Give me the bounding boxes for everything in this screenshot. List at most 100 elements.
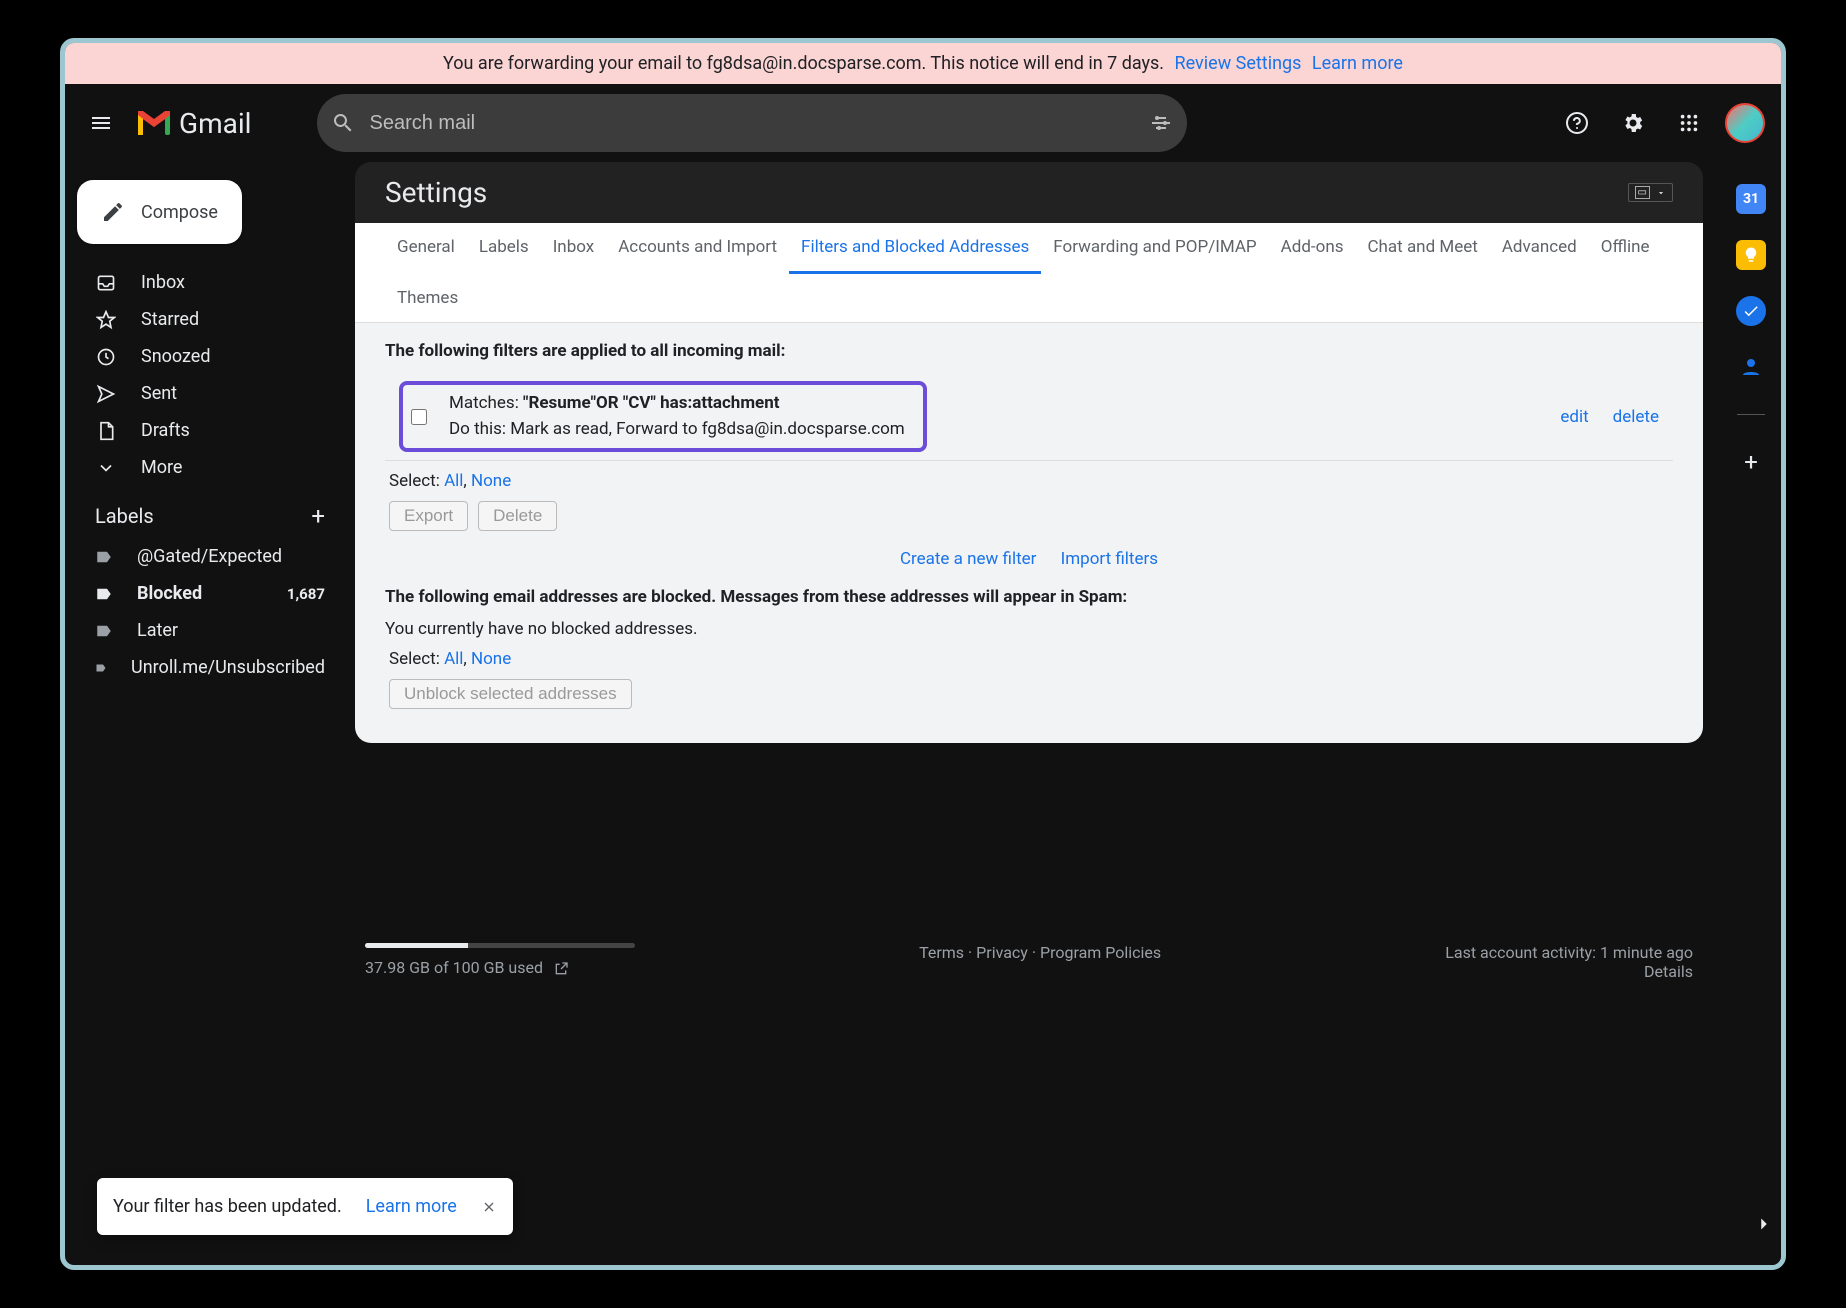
- details-link[interactable]: Details: [1644, 962, 1693, 981]
- contacts-icon: [1739, 355, 1763, 379]
- matches-label: Matches:: [449, 393, 523, 413]
- side-panel: 31 +: [1721, 162, 1781, 1265]
- gmail-logo[interactable]: Gmail: [137, 107, 251, 140]
- footer: 37.98 GB of 100 GB used Terms · Privacy …: [355, 943, 1703, 981]
- dothis-text: Do this: Mark as read, Forward to fg8dsa…: [449, 419, 905, 439]
- label-count: 1,687: [287, 585, 325, 603]
- support-button[interactable]: [1557, 103, 1597, 143]
- create-filter-link[interactable]: Create a new filter: [900, 549, 1036, 569]
- label-item-later[interactable]: Later: [65, 612, 345, 649]
- gear-icon: [1621, 111, 1645, 135]
- side-panel-toggle[interactable]: [1753, 1213, 1775, 1235]
- open-link-icon[interactable]: [553, 961, 569, 977]
- keep-icon: [1742, 246, 1760, 264]
- search-icon: [331, 111, 355, 135]
- sidebar-item-inbox[interactable]: Inbox: [65, 264, 345, 301]
- toast-close-button[interactable]: [481, 1199, 497, 1215]
- nav-label: Starred: [141, 309, 199, 330]
- calendar-app-button[interactable]: 31: [1736, 184, 1766, 214]
- label-name: Later: [137, 620, 178, 641]
- tasks-app-button[interactable]: [1736, 296, 1766, 326]
- compose-button[interactable]: Compose: [77, 180, 242, 244]
- select-none-blocked[interactable]: None: [471, 649, 511, 669]
- chevron-down-icon: [1656, 188, 1666, 198]
- labels-title: Labels: [95, 504, 154, 528]
- tab-general[interactable]: General: [385, 223, 467, 274]
- settings-button[interactable]: [1613, 103, 1653, 143]
- get-addons-button[interactable]: +: [1736, 447, 1766, 477]
- banner-learn-link[interactable]: Learn more: [1312, 53, 1403, 74]
- tab-addons[interactable]: Add-ons: [1269, 223, 1356, 274]
- footer-right: Last account activity: 1 minute ago Deta…: [1445, 943, 1693, 981]
- nav-label: Drafts: [141, 420, 190, 441]
- select-none-link[interactable]: None: [471, 471, 511, 491]
- label-item-blocked[interactable]: Blocked 1,687: [65, 575, 345, 612]
- label-item-unrollme[interactable]: Unroll.me/Unsubscribed: [65, 649, 345, 686]
- main-menu-button[interactable]: [81, 103, 121, 143]
- filter-edit-link[interactable]: edit: [1560, 407, 1588, 427]
- tab-forwarding[interactable]: Forwarding and POP/IMAP: [1041, 223, 1268, 274]
- settings-tabs: General Labels Inbox Accounts and Import…: [355, 223, 1703, 323]
- send-icon: [96, 384, 116, 404]
- terms-link[interactable]: Terms: [919, 943, 964, 962]
- select-all-link[interactable]: All: [444, 471, 463, 491]
- nav-label: Sent: [141, 383, 177, 404]
- sidebar-item-drafts[interactable]: Drafts: [65, 412, 345, 449]
- banner-text: You are forwarding your email to fg8dsa@…: [443, 53, 1164, 74]
- gmail-text: Gmail: [179, 107, 251, 140]
- settings-body: The following filters are applied to all…: [355, 323, 1703, 743]
- toast-learn-more[interactable]: Learn more: [366, 1196, 457, 1217]
- add-label-button[interactable]: +: [311, 502, 325, 530]
- label-icon: [95, 659, 107, 677]
- no-blocked-text: You currently have no blocked addresses.: [385, 619, 1673, 639]
- sidebar-item-more[interactable]: More: [65, 449, 345, 486]
- tab-themes[interactable]: Themes: [385, 274, 470, 322]
- storage-bar: [365, 943, 635, 948]
- star-icon: [96, 310, 116, 330]
- tab-chat[interactable]: Chat and Meet: [1355, 223, 1489, 274]
- close-icon: [481, 1199, 497, 1215]
- export-button[interactable]: Export: [389, 501, 468, 531]
- privacy-link[interactable]: Privacy: [976, 943, 1028, 962]
- search-options-icon[interactable]: [1149, 111, 1173, 135]
- label-icon: [95, 548, 113, 566]
- compose-label: Compose: [141, 202, 218, 223]
- select-label: Select:: [389, 471, 444, 491]
- filter-checkbox[interactable]: [411, 409, 427, 425]
- calendar-day: 31: [1743, 191, 1759, 207]
- tab-filters[interactable]: Filters and Blocked Addresses: [789, 223, 1041, 274]
- tab-advanced[interactable]: Advanced: [1490, 223, 1589, 274]
- label-item-gated[interactable]: @Gated/Expected: [65, 538, 345, 575]
- contacts-app-button[interactable]: [1736, 352, 1766, 382]
- delete-button[interactable]: Delete: [478, 501, 557, 531]
- tab-offline[interactable]: Offline: [1589, 223, 1662, 274]
- search-input[interactable]: [369, 112, 1135, 135]
- matches-value: "Resume"OR "CV" has:attachment: [523, 393, 779, 413]
- select-all-blocked[interactable]: All: [444, 649, 463, 669]
- search-bar[interactable]: [317, 94, 1187, 152]
- storage-text: 37.98 GB of 100 GB used: [365, 958, 543, 977]
- import-filters-link[interactable]: Import filters: [1061, 549, 1158, 569]
- file-icon: [96, 421, 116, 441]
- tab-accounts[interactable]: Accounts and Import: [606, 223, 789, 274]
- main-content: Settings ▭ General Labels Inbox Accounts…: [355, 162, 1721, 1265]
- page-title: Settings: [385, 176, 487, 209]
- apps-grid-icon: [1678, 112, 1700, 134]
- tab-inbox[interactable]: Inbox: [541, 223, 607, 274]
- banner-review-link[interactable]: Review Settings: [1175, 53, 1302, 74]
- keep-app-button[interactable]: [1736, 240, 1766, 270]
- sidebar-item-sent[interactable]: Sent: [65, 375, 345, 412]
- inbox-icon: [96, 273, 116, 293]
- sidebar-item-starred[interactable]: Starred: [65, 301, 345, 338]
- program-policies-link[interactable]: Program Policies: [1040, 943, 1161, 962]
- account-avatar[interactable]: [1725, 103, 1765, 143]
- filter-links-row: Create a new filter Import filters: [385, 535, 1673, 583]
- filter-delete-link[interactable]: delete: [1613, 407, 1659, 427]
- tab-labels[interactable]: Labels: [467, 223, 541, 274]
- blocked-intro: The following email addresses are blocke…: [385, 587, 1673, 607]
- apps-button[interactable]: [1669, 103, 1709, 143]
- select-blocked-row: Select: All, None: [389, 649, 1669, 669]
- input-tool-selector[interactable]: ▭: [1628, 183, 1673, 202]
- unblock-button[interactable]: Unblock selected addresses: [389, 679, 632, 709]
- sidebar-item-snoozed[interactable]: Snoozed: [65, 338, 345, 375]
